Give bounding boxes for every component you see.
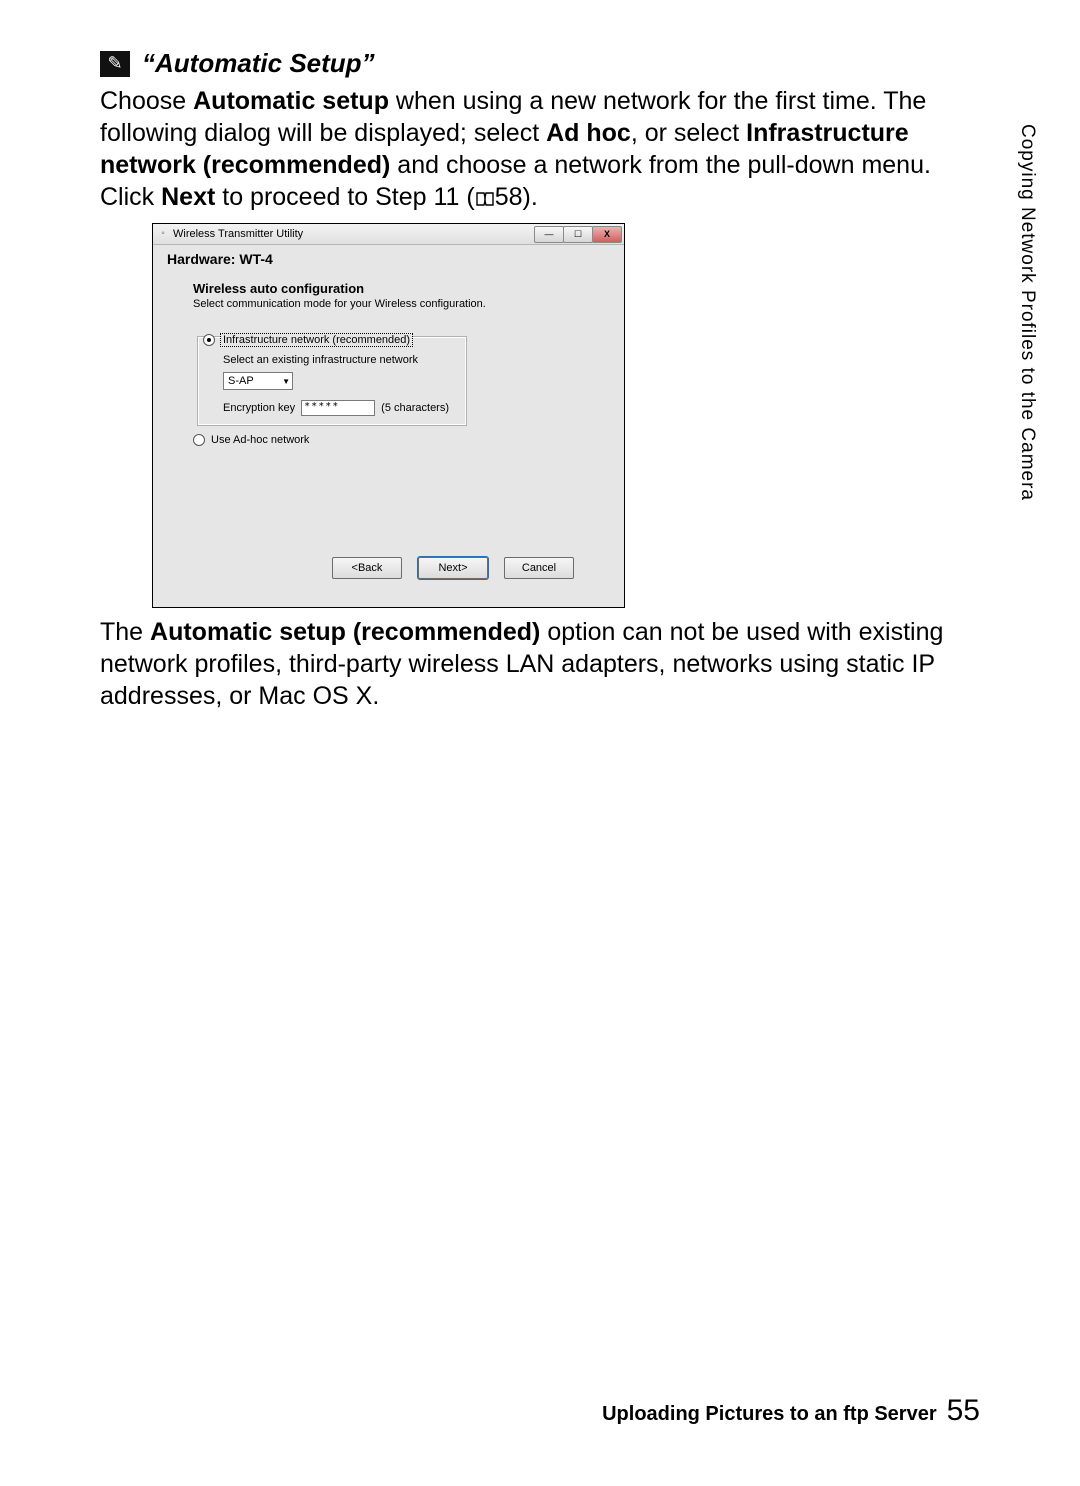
page-ref-icon (475, 183, 495, 215)
dialog-titlebar: ◦ Wireless Transmitter Utility — ☐ X (153, 224, 624, 245)
intro-paragraph: Choose Automatic setup when using a new … (100, 85, 980, 215)
radio-adhoc[interactable] (193, 434, 205, 446)
chevron-down-icon: ▼ (282, 377, 290, 386)
infrastructure-subtext: Select an existing infrastructure networ… (223, 354, 457, 366)
window-close-button[interactable]: X (592, 226, 622, 243)
ssid-value: S-AP (228, 375, 254, 387)
radio-adhoc-label[interactable]: Use Ad-hoc network (211, 434, 309, 446)
note-icon: ✎ (100, 51, 130, 77)
radio-infrastructure[interactable] (203, 334, 215, 346)
dialog-screenshot: ◦ Wireless Transmitter Utility — ☐ X Har… (152, 223, 980, 608)
encryption-key-label: Encryption key (223, 402, 295, 414)
infrastructure-group: Infrastructure network (recommended) Sel… (197, 328, 467, 426)
window-maximize-button[interactable]: ☐ (563, 226, 593, 243)
dialog-title: Wireless Transmitter Utility (173, 228, 531, 240)
hardware-line: Hardware: WT-4 (153, 245, 624, 277)
next-button[interactable]: Next> (418, 557, 488, 579)
page-number: 55 (947, 1394, 980, 1428)
wizard-heading: Wireless auto configuration (193, 281, 584, 296)
radio-infrastructure-label[interactable]: Infrastructure network (recommended) (221, 334, 412, 346)
wizard-subtext: Select communication mode for your Wirel… (193, 298, 584, 310)
window-minimize-button[interactable]: — (534, 226, 564, 243)
section-title: “Automatic Setup” (142, 48, 375, 79)
side-tab-label: Copying Network Profiles to the Camera (1018, 124, 1038, 501)
encryption-key-input[interactable]: ***** (301, 400, 375, 416)
note-paragraph: The Automatic setup (recommended) option… (100, 616, 980, 712)
encryption-key-hint: (5 characters) (381, 402, 449, 414)
app-icon: ◦ (157, 228, 169, 240)
page-footer: Uploading Pictures to an ftp Server 55 (602, 1394, 980, 1428)
ssid-select[interactable]: S-AP ▼ (223, 372, 293, 390)
note-icon-glyph: ✎ (107, 53, 122, 74)
back-button[interactable]: <Back (332, 557, 402, 579)
cancel-button[interactable]: Cancel (504, 557, 574, 579)
footer-text: Uploading Pictures to an ftp Server (602, 1403, 937, 1426)
